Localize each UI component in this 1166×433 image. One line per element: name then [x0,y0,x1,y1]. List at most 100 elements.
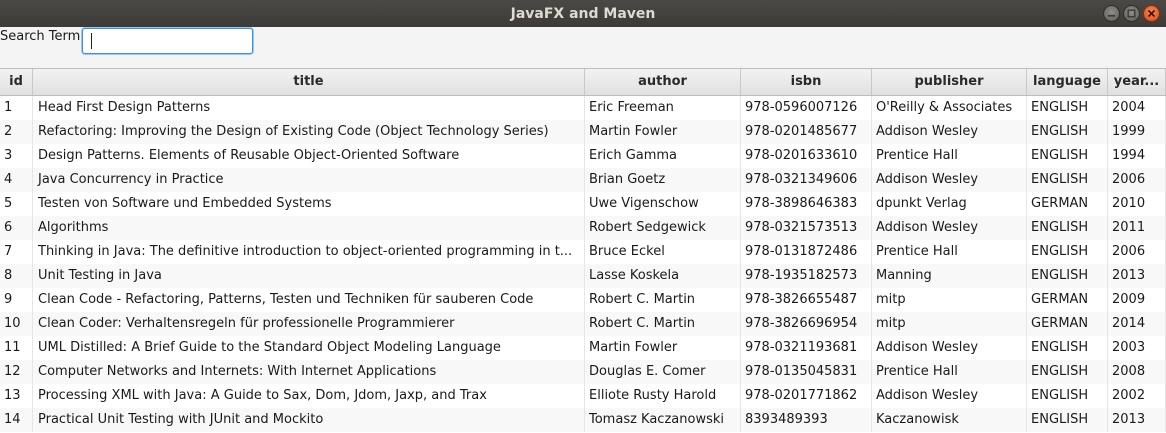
cell-year: 2003 [1108,336,1166,360]
table-row[interactable]: 9 Clean Code - Refactoring, Patterns, Tes… [0,288,1166,312]
cell-language: ENGLISH [1027,168,1108,192]
cell-isbn: 978-0321193681 [741,336,872,360]
close-icon [1147,9,1156,18]
cell-id: 4 [0,168,33,192]
table-row[interactable]: 5 Testen von Software und Embedded System… [0,192,1166,216]
search-bar: Search Term [0,27,1166,68]
cell-year: 2006 [1108,168,1166,192]
cell-language: ENGLISH [1027,240,1108,264]
cell-id: 12 [0,360,33,384]
cell-year: 2009 [1108,288,1166,312]
cell-language: GERMAN [1027,288,1108,312]
cell-title: Java Concurrency in Practice [33,168,585,192]
cell-author: Eric Freeman [585,96,741,120]
cell-language: GERMAN [1027,192,1108,216]
cell-year: 2014 [1108,312,1166,336]
cell-language: GERMAN [1027,312,1108,336]
text-caret [91,33,92,49]
cell-language: ENGLISH [1027,408,1108,432]
cell-id: 9 [0,288,33,312]
cell-id: 1 [0,96,33,120]
cell-title: Thinking in Java: The definitive introdu… [33,240,585,264]
cell-publisher: Addison Wesley [872,216,1027,240]
close-button[interactable] [1143,5,1160,22]
column-header-title[interactable]: title [33,69,585,95]
cell-isbn: 978-0321349606 [741,168,872,192]
column-header-year[interactable]: year... [1108,69,1166,95]
cell-year: 2013 [1108,264,1166,288]
column-header-language[interactable]: language [1027,69,1108,95]
cell-publisher: Addison Wesley [872,120,1027,144]
cell-author: Bruce Eckel [585,240,741,264]
column-header-id[interactable]: id [0,69,33,95]
cell-author: Erich Gamma [585,144,741,168]
table-row[interactable]: 3 Design Patterns. Elements of Reusable O… [0,144,1166,168]
maximize-icon [1127,9,1136,18]
cell-isbn: 978-0596007126 [741,96,872,120]
table-row[interactable]: 1 Head First Design Patterns Eric Freeman 9… [0,96,1166,120]
column-header-author[interactable]: author [585,69,741,95]
cell-title: Unit Testing in Java [33,264,585,288]
cell-isbn: 978-3898646383 [741,192,872,216]
table-row[interactable]: 10 Clean Coder: Verhaltensregeln für prof… [0,312,1166,336]
table-row[interactable]: 8 Unit Testing in Java Lasse Koskela 978-19… [0,264,1166,288]
cell-author: Martin Fowler [585,336,741,360]
cell-publisher: O'Reilly & Associates [872,96,1027,120]
cell-title: Processing XML with Java: A Guide to Sax… [33,384,585,408]
cell-year: 2004 [1108,96,1166,120]
minimize-button[interactable] [1103,5,1120,22]
table-row[interactable]: 2 Refactoring: Improving the Design of Ex… [0,120,1166,144]
cell-language: ENGLISH [1027,96,1108,120]
search-input[interactable] [82,28,253,54]
cell-author: Brian Goetz [585,168,741,192]
table-row[interactable]: 14 Practical Unit Testing with JUnit and … [0,408,1166,432]
column-header-isbn[interactable]: isbn [741,69,872,95]
cell-publisher: Addison Wesley [872,336,1027,360]
cell-publisher: Prentice Hall [872,360,1027,384]
cell-id: 11 [0,336,33,360]
table-row[interactable]: 13 Processing XML with Java: A Guide to S… [0,384,1166,408]
cell-publisher: Prentice Hall [872,144,1027,168]
cell-title: Clean Code - Refactoring, Patterns, Test… [33,288,585,312]
cell-title: Clean Coder: Verhaltensregeln für profes… [33,312,585,336]
cell-isbn: 978-0131872486 [741,240,872,264]
cell-title: Refactoring: Improving the Design of Exi… [33,120,585,144]
cell-isbn: 8393489393 [741,408,872,432]
cell-author: Elliote Rusty Harold [585,384,741,408]
window-title: JavaFX and Maven [510,5,656,22]
cell-author: Robert C. Martin [585,312,741,336]
table-body: 1 Head First Design Patterns Eric Freeman 9… [0,96,1166,432]
cell-title: Practical Unit Testing with JUnit and Mo… [33,408,585,432]
cell-isbn: 978-0321573513 [741,216,872,240]
cell-author: Robert C. Martin [585,288,741,312]
cell-author: Uwe Vigenschow [585,192,741,216]
column-header-publisher[interactable]: publisher [872,69,1027,95]
cell-isbn: 978-1935182573 [741,264,872,288]
table-row[interactable]: 6 Algorithms Robert Sedgewick 978-032157351… [0,216,1166,240]
search-term-label: Search Term [0,29,81,44]
cell-isbn: 978-3826696954 [741,312,872,336]
maximize-button[interactable] [1123,5,1140,22]
cell-id: 2 [0,120,33,144]
cell-publisher: Manning [872,264,1027,288]
cell-author: Robert Sedgewick [585,216,741,240]
cell-year: 1994 [1108,144,1166,168]
table-row[interactable]: 11 UML Distilled: A Brief Guide to the St… [0,336,1166,360]
cell-isbn: 978-3826655487 [741,288,872,312]
table-row[interactable]: 4 Java Concurrency in Practice Brian Goetz… [0,168,1166,192]
books-table[interactable]: id title author isbn publisher language … [0,68,1166,433]
cell-title: Design Patterns. Elements of Reusable Ob… [33,144,585,168]
cell-isbn: 978-0135045831 [741,360,872,384]
cell-year: 2011 [1108,216,1166,240]
table-row[interactable]: 7 Thinking in Java: The definitive introd… [0,240,1166,264]
cell-year: 2013 [1108,408,1166,432]
table-row[interactable]: 12 Computer Networks and Internets: With … [0,360,1166,384]
cell-language: ENGLISH [1027,384,1108,408]
cell-publisher: Addison Wesley [872,168,1027,192]
window-controls [1103,5,1160,22]
cell-language: ENGLISH [1027,336,1108,360]
cell-title: Computer Networks and Internets: With In… [33,360,585,384]
cell-year: 1999 [1108,120,1166,144]
cell-year: 2002 [1108,384,1166,408]
cell-id: 14 [0,408,33,432]
